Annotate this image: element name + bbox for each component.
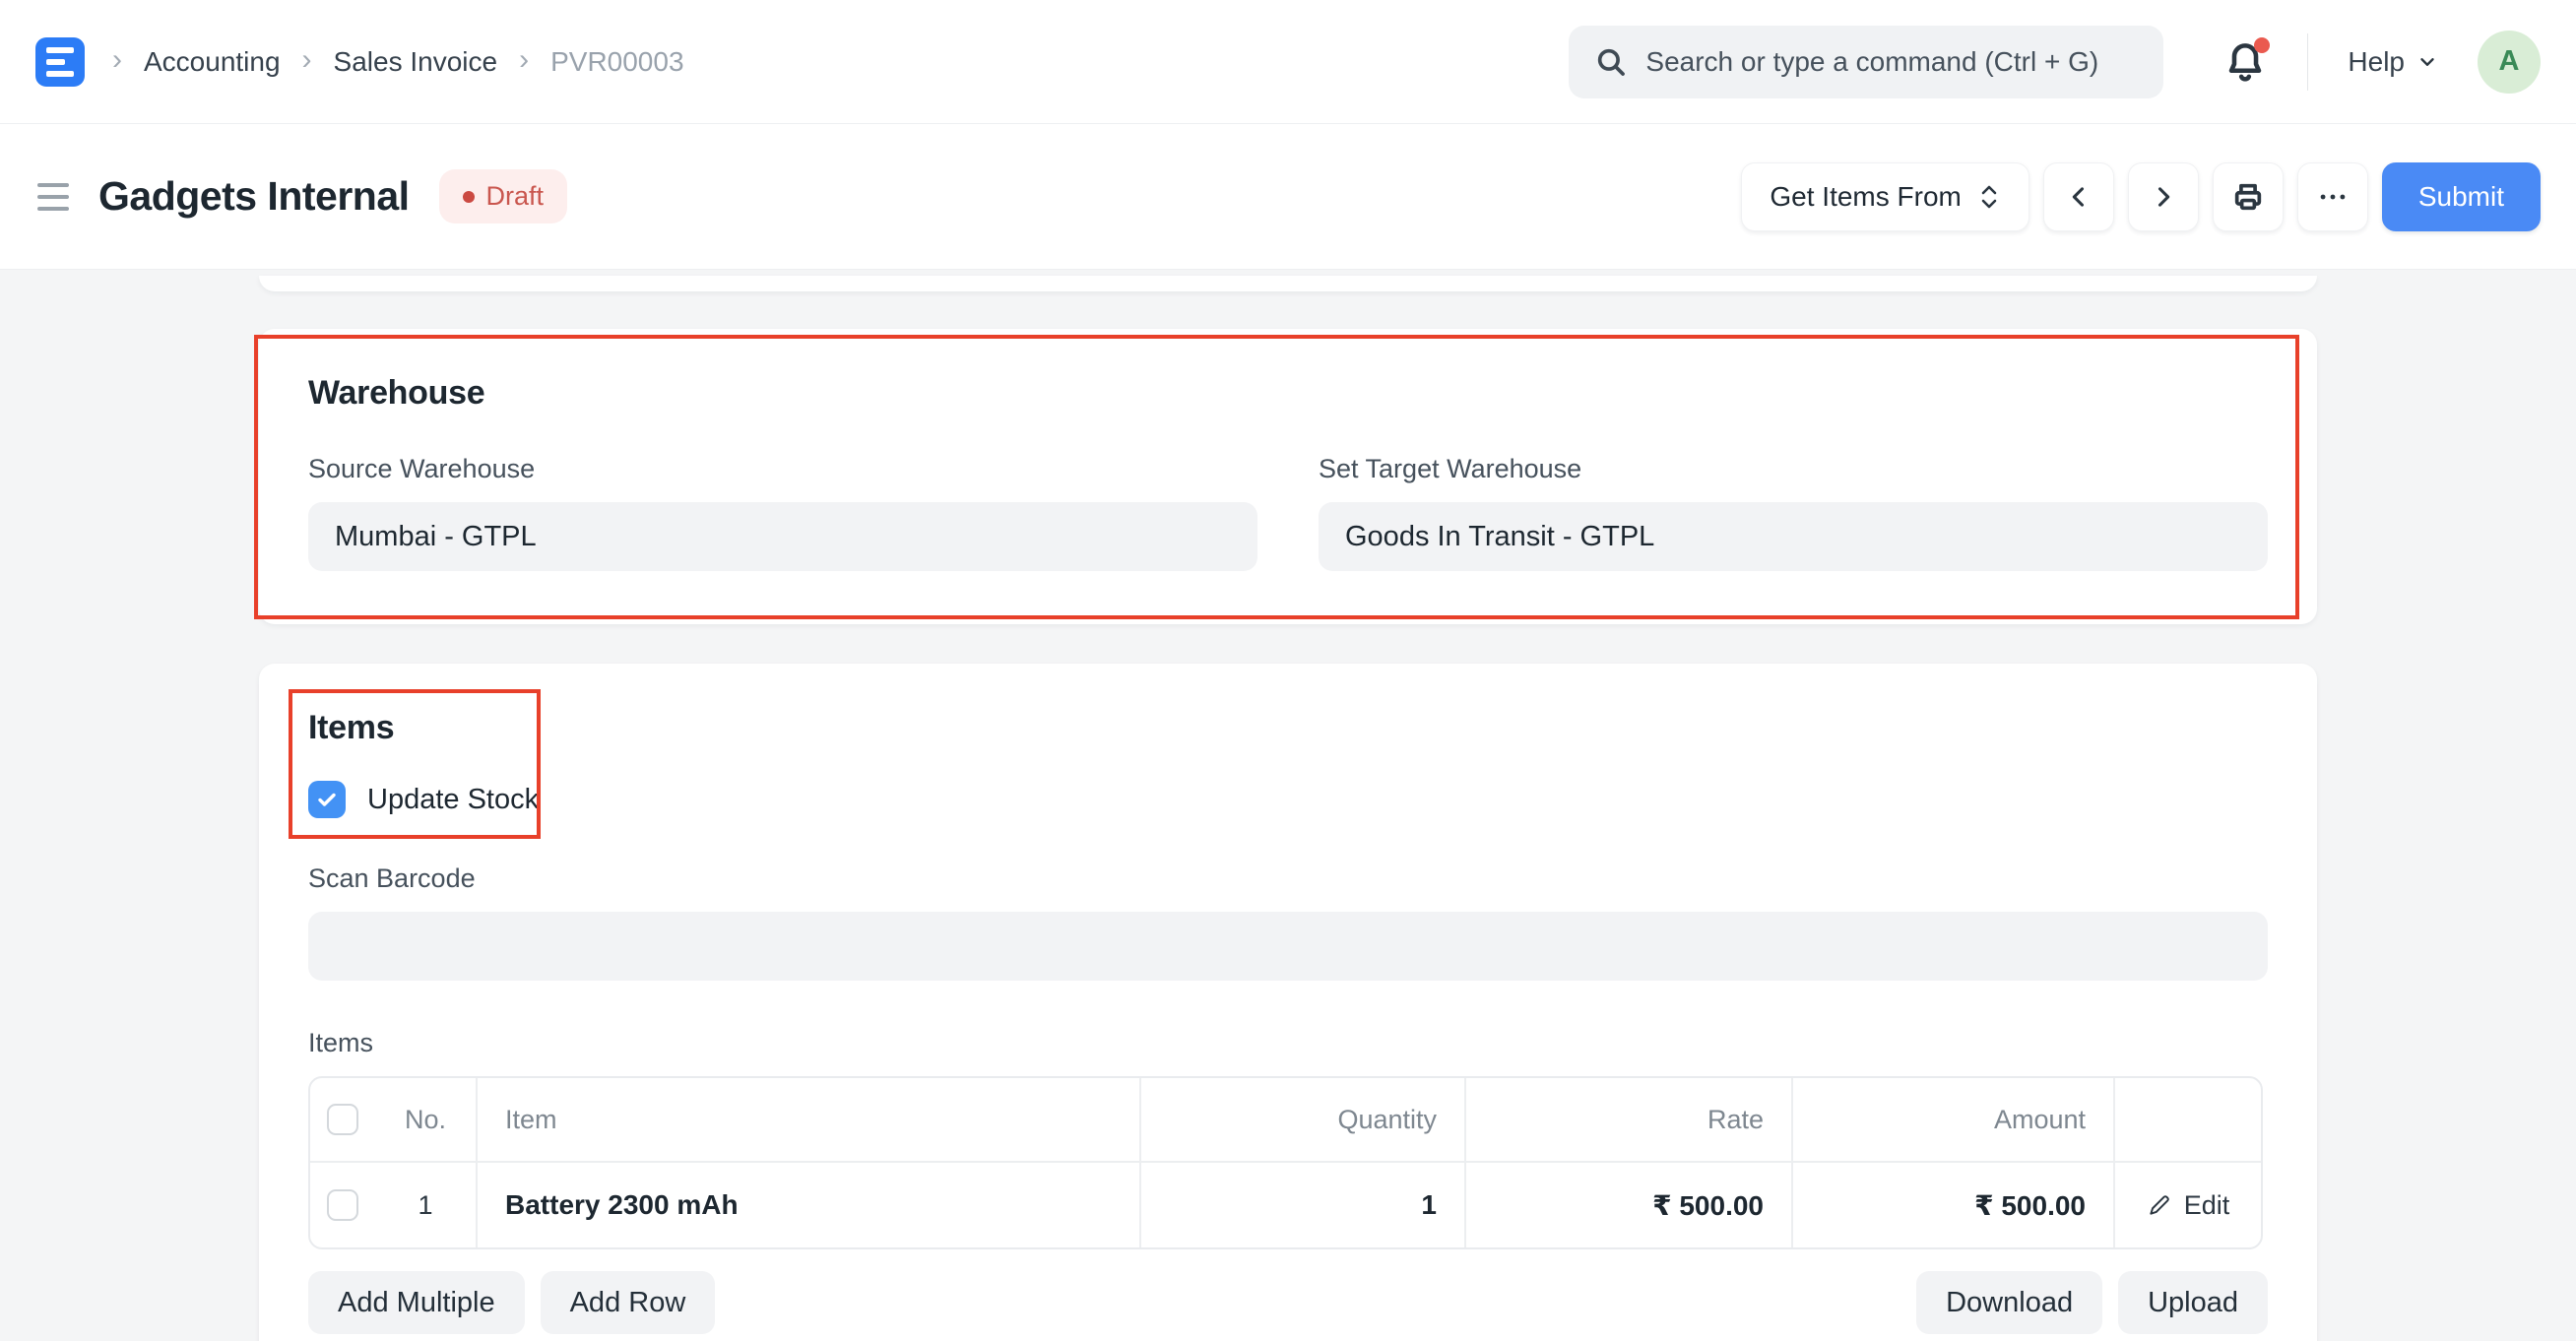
upload-button[interactable]: Upload bbox=[2118, 1271, 2268, 1334]
status-badge: Draft bbox=[439, 169, 568, 224]
header-cell-item: Item bbox=[476, 1078, 1139, 1161]
sidebar-toggle-icon[interactable] bbox=[35, 177, 71, 217]
header-cell-actions bbox=[2113, 1078, 2261, 1161]
table-actions-right: Download Upload bbox=[1916, 1271, 2268, 1334]
source-warehouse-label: Source Warehouse bbox=[308, 454, 1257, 484]
scan-barcode-input[interactable] bbox=[308, 912, 2268, 981]
select-all-checkbox[interactable] bbox=[327, 1104, 358, 1135]
chevron-right-icon: › bbox=[112, 43, 122, 77]
global-search[interactable] bbox=[1569, 26, 2163, 98]
breadcrumb-item-sales-invoice[interactable]: Sales Invoice bbox=[334, 46, 498, 78]
ellipsis-icon bbox=[2316, 180, 2350, 214]
source-warehouse-field-group: Source Warehouse Mumbai - GTPL bbox=[308, 454, 1257, 571]
get-items-from-label: Get Items From bbox=[1770, 181, 1961, 213]
status-dot-icon bbox=[463, 191, 475, 203]
chevron-right-icon: › bbox=[519, 43, 529, 77]
notifications-button[interactable] bbox=[2224, 39, 2266, 85]
items-table: No. Item Quantity Rate Amount 1 Battery … bbox=[308, 1076, 2263, 1249]
breadcrumb: › Accounting › Sales Invoice › PVR00003 bbox=[112, 45, 684, 79]
chevron-down-icon bbox=[2416, 51, 2438, 73]
check-icon bbox=[315, 788, 339, 811]
row-cell-no: 1 bbox=[375, 1163, 476, 1247]
update-stock-label: Update Stock bbox=[367, 784, 539, 816]
toolbar-actions: Get Items From bbox=[1741, 162, 2541, 231]
row-cell-rate[interactable]: ₹ 500.00 bbox=[1464, 1163, 1791, 1247]
update-stock-field: Update Stock bbox=[308, 781, 2268, 818]
update-stock-checkbox[interactable] bbox=[308, 781, 346, 818]
search-icon bbox=[1594, 45, 1628, 79]
get-items-from-button[interactable]: Get Items From bbox=[1741, 162, 2029, 231]
chevron-left-icon bbox=[2065, 183, 2093, 211]
scan-barcode-label: Scan Barcode bbox=[308, 863, 2268, 894]
target-warehouse-label: Set Target Warehouse bbox=[1319, 454, 2268, 484]
row-cell-item[interactable]: Battery 2300 mAh bbox=[476, 1163, 1139, 1247]
table-row: 1 Battery 2300 mAh 1 ₹ 500.00 ₹ 500.00 E… bbox=[310, 1163, 2261, 1247]
items-section-card: Items Update Stock Scan Barcode Items No… bbox=[259, 664, 2317, 1341]
header-cell-quantity: Quantity bbox=[1139, 1078, 1464, 1161]
target-warehouse-input[interactable]: Goods In Transit - GTPL bbox=[1319, 502, 2268, 571]
items-table-label: Items bbox=[308, 1028, 2268, 1058]
header-cell-no: No. bbox=[375, 1078, 476, 1161]
row-cell-select bbox=[310, 1163, 375, 1247]
erp-app: › Accounting › Sales Invoice › PVR00003 bbox=[0, 0, 2576, 1341]
table-actions-left: Add Multiple Add Row bbox=[308, 1271, 715, 1334]
warehouse-section-card: Warehouse Source Warehouse Mumbai - GTPL… bbox=[259, 329, 2317, 624]
help-menu[interactable]: Help bbox=[2348, 46, 2438, 78]
app-header: › Accounting › Sales Invoice › PVR00003 bbox=[0, 0, 2576, 270]
add-row-button[interactable]: Add Row bbox=[541, 1271, 716, 1334]
print-button[interactable] bbox=[2213, 162, 2284, 231]
breadcrumb-item-accounting[interactable]: Accounting bbox=[144, 46, 281, 78]
navbar-divider bbox=[2307, 33, 2308, 91]
search-input[interactable] bbox=[1645, 46, 2138, 78]
top-navbar: › Accounting › Sales Invoice › PVR00003 bbox=[0, 0, 2576, 124]
form-scroll-area: Warehouse Source Warehouse Mumbai - GTPL… bbox=[0, 270, 2576, 1341]
document-title-bar: Gadgets Internal Draft Get Items From bbox=[0, 124, 2576, 270]
items-table-body: 1 Battery 2300 mAh 1 ₹ 500.00 ₹ 500.00 E… bbox=[310, 1163, 2261, 1247]
warehouse-section-title: Warehouse bbox=[308, 374, 2268, 413]
printer-icon bbox=[2231, 180, 2265, 214]
items-section-title: Items bbox=[308, 709, 2268, 747]
navbar-right-group: Help A bbox=[1569, 26, 2541, 98]
breadcrumb-item-current: PVR00003 bbox=[550, 46, 683, 78]
previous-section-card-edge bbox=[259, 276, 2317, 291]
row-cell-actions: Edit bbox=[2113, 1163, 2261, 1247]
help-label: Help bbox=[2348, 46, 2405, 78]
page-title: Gadgets Internal bbox=[98, 173, 410, 220]
edit-row-button[interactable]: Edit bbox=[2147, 1190, 2230, 1221]
row-cell-amount[interactable]: ₹ 500.00 bbox=[1791, 1163, 2113, 1247]
menu-ellipsis-button[interactable] bbox=[2297, 162, 2368, 231]
next-document-button[interactable] bbox=[2128, 162, 2199, 231]
header-cell-amount: Amount bbox=[1791, 1078, 2113, 1161]
user-avatar[interactable]: A bbox=[2478, 31, 2541, 94]
items-table-header: No. Item Quantity Rate Amount bbox=[310, 1078, 2261, 1163]
submit-button[interactable]: Submit bbox=[2382, 162, 2541, 231]
header-cell-select bbox=[310, 1078, 375, 1161]
row-cell-quantity[interactable]: 1 bbox=[1139, 1163, 1464, 1247]
warehouse-fields: Source Warehouse Mumbai - GTPL Set Targe… bbox=[308, 454, 2268, 571]
avatar-initial: A bbox=[2499, 45, 2520, 78]
notification-badge bbox=[2254, 37, 2270, 53]
target-warehouse-field-group: Set Target Warehouse Goods In Transit - … bbox=[1319, 454, 2268, 571]
download-button[interactable]: Download bbox=[1916, 1271, 2102, 1334]
chevron-right-icon: › bbox=[302, 43, 312, 77]
status-label: Draft bbox=[486, 181, 545, 212]
source-warehouse-input[interactable]: Mumbai - GTPL bbox=[308, 502, 1257, 571]
add-multiple-button[interactable]: Add Multiple bbox=[308, 1271, 525, 1334]
table-action-buttons: Add Multiple Add Row Download Upload bbox=[308, 1271, 2268, 1334]
edit-label: Edit bbox=[2184, 1190, 2230, 1221]
erpnext-logo-icon[interactable] bbox=[35, 37, 85, 87]
pencil-icon bbox=[2147, 1192, 2172, 1218]
previous-document-button[interactable] bbox=[2043, 162, 2114, 231]
header-cell-rate: Rate bbox=[1464, 1078, 1791, 1161]
chevron-right-icon bbox=[2150, 183, 2177, 211]
select-updown-icon bbox=[1977, 182, 2001, 212]
row-checkbox[interactable] bbox=[327, 1189, 358, 1221]
